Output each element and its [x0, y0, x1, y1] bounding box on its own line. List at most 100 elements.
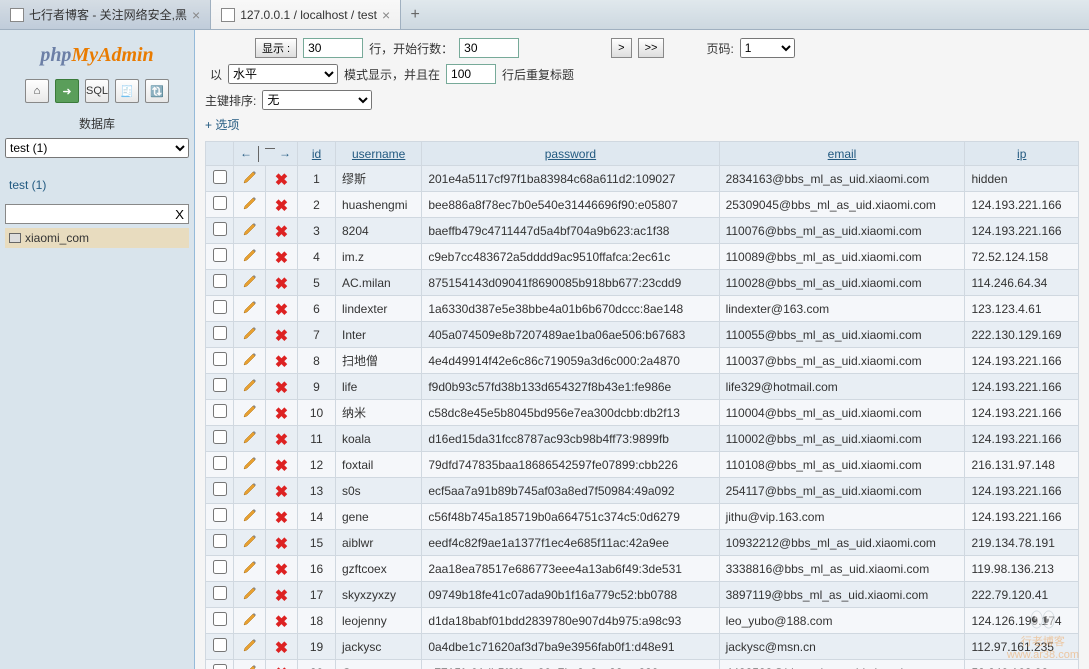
delete-icon[interactable]: ✖ [274, 456, 290, 472]
table-tree-item[interactable]: xiaomi_com [5, 228, 189, 248]
edit-icon[interactable] [242, 169, 258, 185]
page-select[interactable]: 1 [740, 38, 795, 58]
cell-ip: 219.134.78.191 [965, 530, 1079, 556]
row-checkbox[interactable] [213, 300, 227, 314]
row-checkbox[interactable] [213, 586, 227, 600]
row-checkbox[interactable] [213, 404, 227, 418]
row-checkbox[interactable] [213, 196, 227, 210]
add-tab-button[interactable]: + [401, 0, 429, 29]
edit-icon[interactable] [242, 325, 258, 341]
row-checkbox[interactable] [213, 664, 227, 669]
sidebar-search-input[interactable] [5, 204, 189, 224]
delete-icon[interactable]: ✖ [274, 222, 290, 238]
edit-icon[interactable] [242, 403, 258, 419]
rows-input[interactable] [303, 38, 363, 58]
row-checkbox[interactable] [213, 456, 227, 470]
browser-tab-inactive[interactable]: 七行者博客 - 关注网络安全,黑 × [0, 0, 211, 29]
delete-icon[interactable]: ✖ [274, 196, 290, 212]
edit-icon[interactable] [242, 429, 258, 445]
edit-icon[interactable] [242, 481, 258, 497]
edit-icon[interactable] [242, 585, 258, 601]
row-checkbox[interactable] [213, 508, 227, 522]
row-checkbox[interactable] [213, 482, 227, 496]
database-link[interactable]: test (1) [9, 178, 185, 192]
delete-icon[interactable]: ✖ [274, 586, 290, 602]
edit-icon[interactable] [242, 663, 258, 669]
mode-select[interactable]: 水平 [228, 64, 338, 84]
edit-icon[interactable] [242, 455, 258, 471]
edit-icon[interactable] [242, 299, 258, 315]
cell-password: f9d0b93c57fd38b133d654327f8b43e1:fe986e [422, 374, 719, 400]
sql-icon[interactable]: SQL [85, 79, 109, 103]
row-checkbox[interactable] [213, 638, 227, 652]
table-row: ✖19jackysc0a4dbe1c71620af3d7ba9e3956fab0… [206, 634, 1079, 660]
show-button[interactable]: 显示 : [255, 38, 297, 58]
delete-icon[interactable]: ✖ [274, 352, 290, 368]
cell-id: 15 [298, 530, 336, 556]
reload-icon[interactable]: 🔃 [145, 79, 169, 103]
cell-email: leo_yubo@188.com [719, 608, 965, 634]
edit-icon[interactable] [242, 351, 258, 367]
delete-icon[interactable]: ✖ [274, 508, 290, 524]
col-username[interactable]: username [336, 142, 422, 166]
row-checkbox[interactable] [213, 560, 227, 574]
delete-icon[interactable]: ✖ [274, 534, 290, 550]
close-icon[interactable]: × [192, 7, 200, 23]
row-checkbox[interactable] [213, 222, 227, 236]
col-id[interactable]: id [298, 142, 336, 166]
cell-ip: 114.246.64.34 [965, 270, 1079, 296]
delete-icon[interactable]: ✖ [274, 560, 290, 576]
edit-icon[interactable] [242, 195, 258, 211]
edit-icon[interactable] [242, 273, 258, 289]
delete-icon[interactable]: ✖ [274, 638, 290, 654]
repeat-input[interactable] [446, 64, 496, 84]
docs-icon[interactable]: 🧾 [115, 79, 139, 103]
edit-icon[interactable] [242, 533, 258, 549]
row-checkbox[interactable] [213, 378, 227, 392]
edit-icon[interactable] [242, 247, 258, 263]
close-icon[interactable]: × [382, 7, 390, 23]
row-checkbox[interactable] [213, 170, 227, 184]
edit-icon[interactable] [242, 637, 258, 653]
delete-icon[interactable]: ✖ [274, 274, 290, 290]
delete-icon[interactable]: ✖ [274, 326, 290, 342]
nav-next-button[interactable]: > [611, 38, 631, 58]
browser-tab-active[interactable]: 127.0.0.1 / localhost / test × [211, 0, 401, 29]
row-checkbox[interactable] [213, 430, 227, 444]
delete-icon[interactable]: ✖ [274, 430, 290, 446]
edit-icon[interactable] [242, 221, 258, 237]
delete-icon[interactable]: ✖ [274, 482, 290, 498]
nav-last-button[interactable]: >> [638, 38, 665, 58]
col-email[interactable]: email [719, 142, 965, 166]
delete-icon[interactable]: ✖ [274, 664, 290, 669]
cell-ip: 216.131.97.148 [965, 452, 1079, 478]
row-checkbox[interactable] [213, 248, 227, 262]
delete-icon[interactable]: ✖ [274, 300, 290, 316]
col-ip[interactable]: ip [965, 142, 1079, 166]
database-select[interactable]: test (1) [5, 138, 189, 158]
row-checkbox[interactable] [213, 534, 227, 548]
col-password[interactable]: password [422, 142, 719, 166]
table-row: ✖15aiblwreedf4c82f9ae1a1377f1ec4e685f11a… [206, 530, 1079, 556]
edit-icon[interactable] [242, 377, 258, 393]
options-link[interactable]: + 选项 [205, 116, 239, 133]
delete-icon[interactable]: ✖ [274, 248, 290, 264]
delete-icon[interactable]: ✖ [274, 378, 290, 394]
edit-icon[interactable] [242, 559, 258, 575]
row-checkbox[interactable] [213, 326, 227, 340]
home-icon[interactable]: ⌂ [25, 79, 49, 103]
row-checkbox[interactable] [213, 352, 227, 366]
row-checkbox[interactable] [213, 612, 227, 626]
delete-icon[interactable]: ✖ [274, 612, 290, 628]
arrow-left-icon[interactable]: ← [240, 146, 252, 162]
start-row-input[interactable] [459, 38, 519, 58]
delete-icon[interactable]: ✖ [274, 170, 290, 186]
row-checkbox[interactable] [213, 274, 227, 288]
cell-username: 缪斯 [336, 166, 422, 192]
pk-sort-select[interactable]: 无 [262, 90, 372, 110]
edit-icon[interactable] [242, 611, 258, 627]
exit-icon[interactable]: ➜ [55, 79, 79, 103]
edit-icon[interactable] [242, 507, 258, 523]
delete-icon[interactable]: ✖ [274, 404, 290, 420]
arrow-right-icon[interactable]: → [279, 146, 291, 162]
